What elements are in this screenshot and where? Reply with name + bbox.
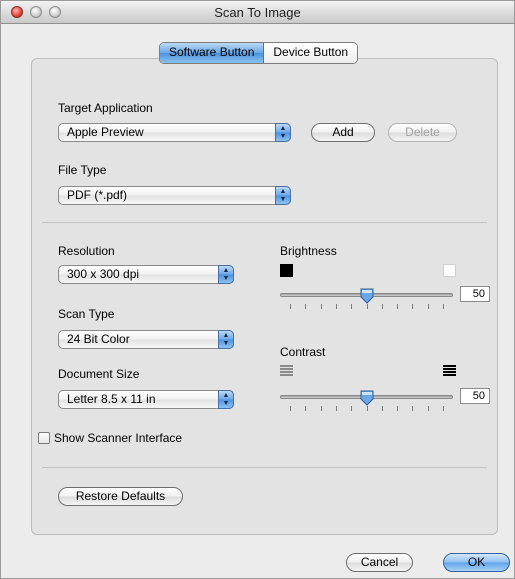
scan-type-label: Scan Type	[58, 307, 115, 321]
contrast-value-field[interactable]: 50	[460, 388, 490, 404]
show-scanner-interface-label: Show Scanner Interface	[54, 431, 183, 445]
resolution-label: Resolution	[58, 244, 115, 258]
slider-tick	[366, 304, 368, 309]
slider-tick	[366, 406, 368, 411]
brightness-slider-thumb[interactable]	[360, 288, 374, 304]
resolution-value: 300 x 300 dpi	[67, 267, 140, 281]
dark-square-icon	[280, 264, 293, 277]
scan-to-image-dialog: Scan To Image Target Application Apple P…	[0, 0, 515, 579]
ok-button[interactable]: OK	[443, 553, 510, 572]
file-type-label: File Type	[58, 163, 107, 177]
brightness-tick-marks	[280, 304, 453, 310]
separator	[42, 222, 487, 223]
contrast-tick-marks	[280, 406, 453, 412]
delete-button[interactable]: Delete	[388, 123, 457, 142]
slider-tick	[397, 304, 399, 309]
separator	[42, 467, 487, 468]
popup-arrows-icon: ▲ ▼	[275, 123, 291, 142]
slider-tick	[412, 406, 414, 411]
add-button[interactable]: Add	[311, 123, 375, 142]
document-size-label: Document Size	[58, 367, 140, 381]
slider-tick	[351, 406, 353, 411]
document-size-select[interactable]: Letter 8.5 x 11 in ▲ ▼	[58, 390, 234, 409]
slider-tick	[305, 304, 307, 309]
settings-group: Target Application Apple Preview ▲ ▼ Add …	[31, 58, 498, 535]
slider-tick	[290, 304, 291, 309]
low-contrast-icon	[280, 365, 293, 376]
title-bar: Scan To Image	[1, 1, 514, 24]
scan-type-select[interactable]: 24 Bit Color ▲ ▼	[58, 330, 234, 349]
popup-arrows-icon: ▲ ▼	[275, 186, 291, 205]
brightness-label: Brightness	[280, 244, 337, 258]
target-application-select[interactable]: Apple Preview ▲ ▼	[58, 123, 291, 142]
tab-software-button[interactable]: Software Button	[160, 43, 265, 63]
popup-arrows-icon: ▲ ▼	[218, 265, 234, 284]
slider-tick	[412, 304, 414, 309]
light-square-icon	[443, 264, 456, 277]
window-title: Scan To Image	[214, 5, 301, 20]
slider-tick	[443, 406, 444, 411]
cancel-button[interactable]: Cancel	[346, 553, 413, 572]
tab-bar: Software Button Device Button	[159, 42, 359, 64]
file-type-select[interactable]: PDF (*.pdf) ▲ ▼	[58, 186, 291, 205]
slider-tick	[381, 406, 383, 411]
slider-tick	[320, 406, 322, 411]
popup-arrows-icon: ▲ ▼	[218, 390, 234, 409]
file-type-value: PDF (*.pdf)	[67, 188, 128, 202]
document-size-value: Letter 8.5 x 11 in	[67, 392, 156, 406]
target-application-label: Target Application	[58, 101, 153, 115]
restore-defaults-button[interactable]: Restore Defaults	[58, 487, 183, 506]
slider-tick	[320, 304, 322, 309]
resolution-select[interactable]: 300 x 300 dpi ▲ ▼	[58, 265, 234, 284]
high-contrast-icon	[443, 365, 456, 376]
contrast-slider-thumb[interactable]	[360, 390, 374, 406]
slider-tick	[397, 406, 399, 411]
scan-type-value: 24 Bit Color	[67, 332, 130, 346]
slider-tick	[305, 406, 307, 411]
slider-tick	[427, 304, 429, 309]
slider-tick	[381, 304, 383, 309]
slider-tick	[335, 406, 337, 411]
target-application-value: Apple Preview	[67, 125, 144, 139]
show-scanner-interface-checkbox[interactable]	[38, 432, 50, 444]
slider-tick	[290, 406, 291, 411]
slider-tick	[427, 406, 429, 411]
slider-tick	[351, 304, 353, 309]
brightness-value-field[interactable]: 50	[460, 286, 490, 302]
tab-device-button[interactable]: Device Button	[264, 43, 358, 63]
popup-arrows-icon: ▲ ▼	[218, 330, 234, 349]
slider-tick	[335, 304, 337, 309]
contrast-label: Contrast	[280, 345, 326, 359]
slider-tick	[443, 304, 444, 309]
